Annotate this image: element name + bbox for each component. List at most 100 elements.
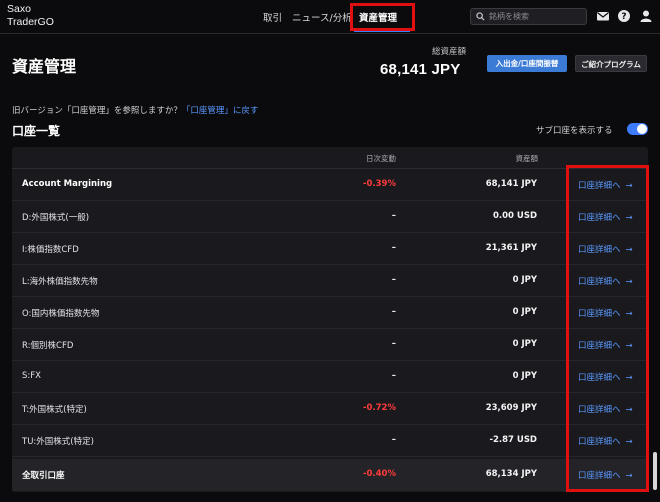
arrow-right-icon: →	[625, 213, 633, 223]
table-row: S:FX – 0 JPY 口座詳細へ →	[12, 361, 648, 393]
accounts-table: 日次変動 資産額 Account Margining -0.39% 68,141 J…	[12, 147, 648, 492]
account-assets: 23,609 JPY	[485, 403, 537, 413]
account-detail-link-label: 口座詳細へ	[578, 437, 621, 447]
deposit-transfer-button[interactable]: 入出金/口座間振替	[487, 55, 567, 72]
table-row: R:個別株CFD – 0 JPY 口座詳細へ →	[12, 329, 648, 361]
nav-assets[interactable]: 資産管理	[359, 10, 397, 24]
account-detail-link-label: 口座詳細へ	[578, 181, 621, 191]
svg-text:?: ?	[621, 12, 626, 22]
account-assets: 0 JPY	[512, 371, 537, 381]
old-version-notice: 旧バージョン「口座管理」を参照しますか？「口座管理」に戻す	[12, 104, 258, 116]
search-box[interactable]	[470, 8, 587, 25]
account-assets: -2.87 USD	[489, 435, 537, 445]
daily-change: –	[391, 211, 396, 221]
daily-change: –	[391, 339, 396, 349]
daily-change: –	[391, 275, 396, 285]
account-detail-link-label: 口座詳細へ	[578, 245, 621, 255]
arrow-right-icon: →	[625, 341, 633, 351]
nav-trade[interactable]: 取引	[263, 10, 282, 24]
user-icon[interactable]	[639, 9, 653, 23]
account-name: S:FX	[22, 371, 41, 381]
arrow-right-icon: →	[625, 471, 633, 481]
old-version-text: 旧バージョン「口座管理」を参照しますか？	[12, 106, 182, 116]
old-version-link[interactable]: 「口座管理」に戻す	[182, 106, 259, 116]
logo[interactable]: Saxo TraderGO	[7, 3, 54, 29]
daily-change: –	[391, 243, 396, 253]
account-assets: 68,141 JPY	[485, 179, 537, 189]
account-assets: 0 JPY	[512, 275, 537, 285]
account-name: I:株価指数CFD	[22, 245, 79, 255]
account-detail-link-label: 口座詳細へ	[578, 341, 621, 351]
arrow-right-icon: →	[625, 277, 633, 287]
account-detail-link[interactable]: 口座詳細へ →	[578, 243, 633, 255]
account-detail-link[interactable]: 口座詳細へ →	[578, 469, 633, 481]
search-icon	[476, 12, 485, 21]
total-assets-label: 総資産額	[432, 47, 467, 57]
nav-news[interactable]: ニュース/分析	[292, 10, 352, 24]
account-detail-link[interactable]: 口座詳細へ →	[578, 179, 633, 191]
table-header: 日次変動 資産額	[12, 147, 648, 169]
account-detail-link-label: 口座詳細へ	[578, 471, 621, 481]
account-name: L:海外株価指数先物	[22, 277, 98, 287]
daily-change: -0.40%	[362, 469, 396, 479]
account-name: D:外国株式(一般)	[22, 213, 90, 223]
help-icon[interactable]: ?	[617, 9, 631, 23]
page-title: 資産管理	[12, 57, 77, 76]
total-assets-value: 68,141 JPY	[380, 61, 461, 78]
search-input[interactable]	[489, 10, 581, 23]
daily-change: –	[391, 307, 396, 317]
account-detail-link[interactable]: 口座詳細へ →	[578, 371, 633, 383]
account-name: 全取引口座	[22, 471, 65, 481]
mail-icon[interactable]	[596, 9, 610, 23]
col-header-change: 日次変動	[366, 154, 396, 163]
account-name: TU:外国株式(特定)	[22, 437, 94, 447]
daily-change: -0.39%	[362, 179, 396, 189]
daily-change: –	[391, 371, 396, 381]
arrow-right-icon: →	[625, 373, 633, 383]
account-detail-link-label: 口座詳細へ	[578, 309, 621, 319]
table-row: O:国内株価指数先物 – 0 JPY 口座詳細へ →	[12, 297, 648, 329]
account-detail-link[interactable]: 口座詳細へ →	[578, 307, 633, 319]
account-detail-link-label: 口座詳細へ	[578, 277, 621, 287]
table-row: I:株価指数CFD – 21,361 JPY 口座詳細へ →	[12, 233, 648, 265]
top-bar: Saxo TraderGO 取引 ニュース/分析 資産管理 ?	[0, 0, 660, 34]
col-header-assets: 資産額	[515, 154, 539, 163]
scrollbar[interactable]	[653, 452, 657, 490]
referral-program-button[interactable]: ご紹介プログラム	[575, 55, 647, 72]
account-detail-link[interactable]: 口座詳細へ →	[578, 211, 633, 223]
table-row: D:外国株式(一般) – 0.00 USD 口座詳細へ →	[12, 201, 648, 233]
table-row: L:海外株価指数先物 – 0 JPY 口座詳細へ →	[12, 265, 648, 297]
account-detail-link-label: 口座詳細へ	[578, 405, 621, 415]
account-detail-link[interactable]: 口座詳細へ →	[578, 275, 633, 287]
account-assets: 68,134 JPY	[485, 469, 537, 479]
logo-line2: TraderGO	[7, 16, 54, 28]
daily-change: –	[391, 435, 396, 445]
account-assets: 21,361 JPY	[485, 243, 537, 253]
sub-account-toggle[interactable]	[627, 123, 648, 135]
logo-line1: Saxo	[7, 3, 31, 15]
account-detail-link[interactable]: 口座詳細へ →	[578, 435, 633, 447]
table-row: T:外国株式(特定) -0.72% 23,609 JPY 口座詳細へ →	[12, 393, 648, 425]
account-assets: 0 JPY	[512, 307, 537, 317]
table-row: 全取引口座 -0.40% 68,134 JPY 口座詳細へ →	[12, 459, 648, 491]
account-detail-link[interactable]: 口座詳細へ →	[578, 339, 633, 351]
account-detail-link-label: 口座詳細へ	[578, 213, 621, 223]
daily-change: -0.72%	[362, 403, 396, 413]
table-row: Account Margining -0.39% 68,141 JPY 口座詳細へ →	[12, 169, 648, 201]
arrow-right-icon: →	[625, 245, 633, 255]
account-assets: 0 JPY	[512, 339, 537, 349]
sub-account-toggle-label: サブ口座を表示する	[536, 126, 613, 136]
account-detail-link[interactable]: 口座詳細へ →	[578, 403, 633, 415]
account-detail-link-label: 口座詳細へ	[578, 373, 621, 383]
account-name: O:国内株価指数先物	[22, 309, 100, 319]
arrow-right-icon: →	[625, 405, 633, 415]
arrow-right-icon: →	[625, 437, 633, 447]
account-name: Account Margining	[22, 179, 113, 189]
accounts-title: 口座一覧	[12, 124, 61, 138]
arrow-right-icon: →	[625, 309, 633, 319]
account-name: T:外国株式(特定)	[22, 405, 87, 415]
table-row: TU:外国株式(特定) – -2.87 USD 口座詳細へ →	[12, 425, 648, 457]
arrow-right-icon: →	[625, 181, 633, 191]
account-assets: 0.00 USD	[492, 211, 537, 221]
nav-active-underline	[354, 30, 410, 32]
